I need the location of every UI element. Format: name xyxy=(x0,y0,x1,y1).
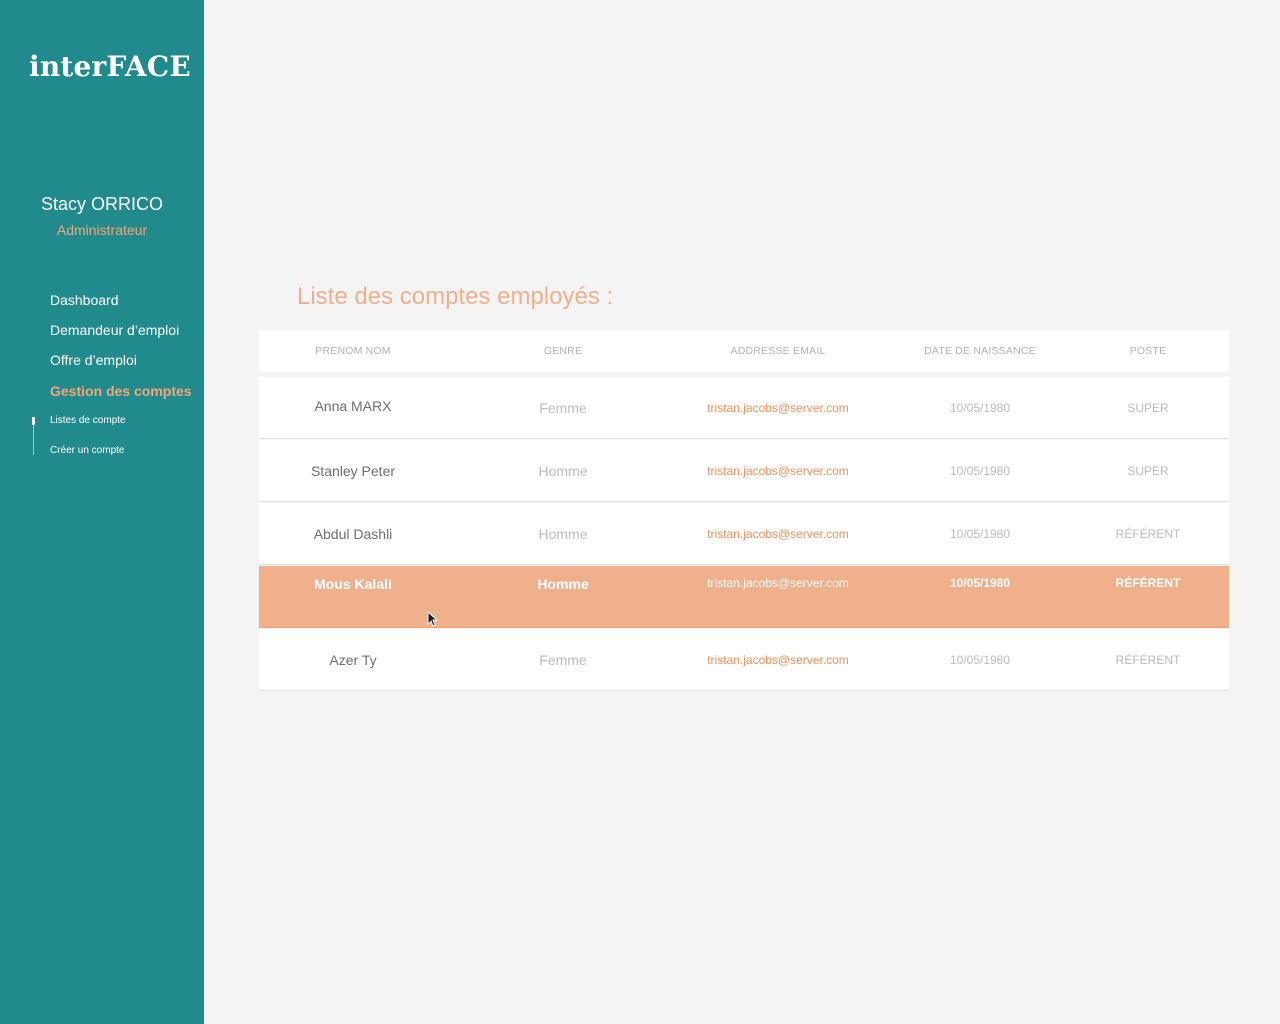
cell-genre: Homme xyxy=(537,576,589,592)
cell-genre: Femme xyxy=(539,651,587,668)
table-row[interactable]: Azer Ty Femme tristan.jacobs@server.com … xyxy=(259,629,1229,691)
user-name: Stacy ORRICO xyxy=(40,194,164,214)
mouse-pointer-icon xyxy=(427,611,439,627)
table-row[interactable]: Abdul Dashli Homme tristan.jacobs@server… xyxy=(259,503,1229,565)
cell-name: Azer Ty xyxy=(329,651,377,668)
nav-item-dashboard[interactable]: Dashboard xyxy=(50,292,119,308)
cell-email[interactable]: tristan.jacobs@server.com xyxy=(668,566,888,627)
cell-name: Abdul Dashli xyxy=(313,525,393,542)
subnav-item-listes-compte[interactable]: Listes de compte xyxy=(50,415,126,426)
cell-email[interactable]: tristan.jacobs@server.com xyxy=(668,440,888,501)
app-logo[interactable]: interFACE xyxy=(29,50,191,83)
nav-item-demandeur-emploi[interactable]: Demandeur d’emploi xyxy=(50,322,179,338)
cell-dob: 10/05/1980 xyxy=(949,652,1011,667)
cell-genre: Homme xyxy=(538,525,588,542)
cell-email[interactable]: tristan.jacobs@server.com xyxy=(668,503,888,564)
nav-item-offre-emploi[interactable]: Offre d’emploi xyxy=(50,352,137,368)
cell-poste: RÉFÉRENT xyxy=(1115,652,1181,667)
user-role: Administrateur xyxy=(56,222,148,238)
column-header-email[interactable]: ADDRESSE EMAIL xyxy=(668,330,888,372)
table-row[interactable]: Stanley Peter Homme tristan.jacobs@serve… xyxy=(259,440,1229,502)
cell-dob: 10/05/1980 xyxy=(949,463,1011,478)
cell-email[interactable]: tristan.jacobs@server.com xyxy=(668,377,888,438)
cell-poste: SUPER xyxy=(1127,400,1169,415)
subnav-item-creer-compte[interactable]: Créer un compte xyxy=(50,445,124,456)
cell-dob: 10/05/1980 xyxy=(949,576,1011,590)
subnav-active-marker xyxy=(32,417,35,425)
cell-poste: SUPER xyxy=(1127,463,1169,478)
table-row-selected[interactable]: Mous Kalali Homme tristan.jacobs@server.… xyxy=(259,566,1229,628)
cell-dob: 10/05/1980 xyxy=(949,526,1011,541)
cell-poste: RÉFÉRENT xyxy=(1115,526,1181,541)
column-header-prenom-nom[interactable]: PRENOM NOM xyxy=(273,330,433,372)
table-header: PRENOM NOM GENRE ADDRESSE EMAIL DATE DE … xyxy=(259,330,1229,372)
cell-name: Mous Kalali xyxy=(314,576,392,592)
page-title: Liste des comptes employés : xyxy=(297,283,614,310)
nav-item-gestion-comptes[interactable]: Gestion des comptes xyxy=(50,383,192,399)
cell-name: Stanley Peter xyxy=(310,462,396,479)
table-row[interactable]: Anna MARX Femme tristan.jacobs@server.co… xyxy=(259,377,1229,439)
cell-genre: Homme xyxy=(538,462,588,479)
cell-genre: Femme xyxy=(539,399,587,416)
column-header-genre[interactable]: GENRE xyxy=(483,330,643,372)
column-header-date-naissance[interactable]: DATE DE NAISSANCE xyxy=(900,330,1060,372)
column-header-poste[interactable]: POSTE xyxy=(1088,330,1208,372)
cell-name: Anna MARX xyxy=(314,397,392,414)
cell-email[interactable]: tristan.jacobs@server.com xyxy=(668,629,888,690)
sidebar: interFACE Stacy ORRICO Administrateur Da… xyxy=(0,0,204,1024)
cell-dob: 10/05/1980 xyxy=(949,400,1011,415)
cell-poste: RÉFÉRENT xyxy=(1115,576,1181,590)
